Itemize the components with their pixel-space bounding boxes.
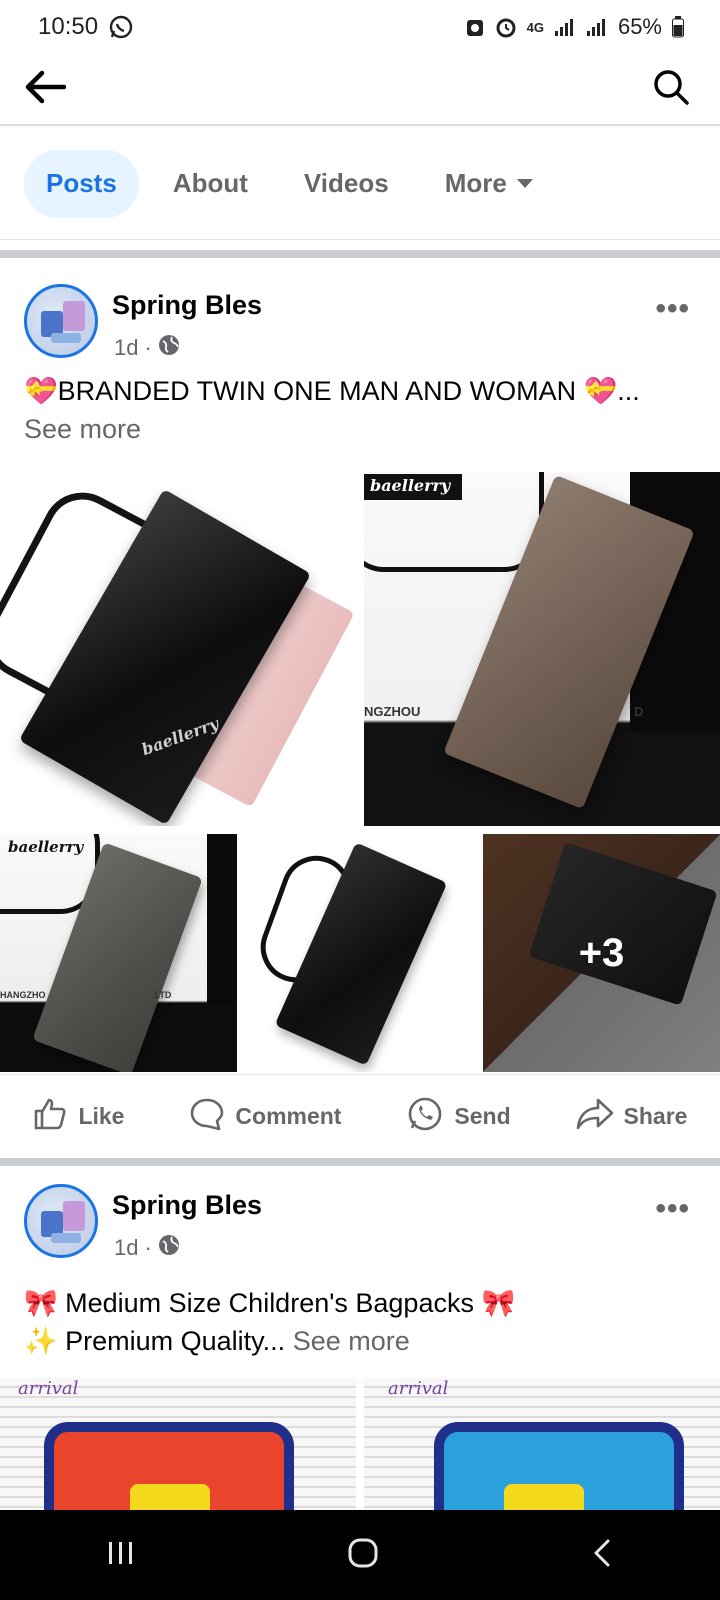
box-watermark-right: .LTD (152, 990, 172, 1000)
avatar[interactable] (24, 284, 98, 358)
post-meta: 1d · (114, 1234, 180, 1262)
post-text-line: ✨ Premium Quality... (24, 1326, 286, 1356)
post-text-line: 💝BRANDED TWIN ONE MAN AND WOMAN 💝... (24, 376, 640, 406)
post-header: Spring Bles 1d · ••• (0, 272, 720, 372)
page-tabs: Posts About Videos More (0, 128, 720, 240)
post-photo-2[interactable]: arrival (364, 1378, 720, 1510)
back-arrow-icon[interactable] (24, 69, 67, 110)
like-button[interactable]: Like (32, 1096, 124, 1138)
whatsapp-notification-icon (108, 14, 134, 40)
yellow-logo (504, 1484, 584, 1510)
meta-separator: · (144, 335, 152, 360)
send-button[interactable]: Send (406, 1095, 511, 1139)
globe-icon (158, 1234, 180, 1262)
box-watermark-left: NGZHOU (364, 704, 421, 719)
post-author[interactable]: Spring Bles (112, 1190, 262, 1221)
caret-down-icon (516, 179, 533, 188)
post-text: 💝BRANDED TWIN ONE MAN AND WOMAN 💝... See… (24, 372, 704, 448)
signal-icon (554, 17, 576, 37)
like-label: Like (78, 1103, 125, 1129)
new-arrival-sticker: arrival (388, 1378, 449, 1399)
share-label: Share (623, 1103, 688, 1129)
meta-separator: · (144, 1235, 152, 1260)
tab-more-label: More (444, 168, 507, 198)
post-photo-1[interactable]: arrival (0, 1378, 356, 1510)
more-photos-overlay[interactable]: +3 (483, 834, 720, 1072)
box-watermark-right: D (634, 704, 644, 719)
avatar[interactable] (24, 1184, 98, 1258)
tab-more[interactable]: More (423, 150, 555, 218)
comment-button[interactable]: Comment (189, 1096, 341, 1138)
network-type: 4G (526, 19, 544, 35)
post-options-icon[interactable]: ••• (655, 292, 690, 326)
recent-apps-icon[interactable] (106, 1538, 136, 1573)
tab-about-label: About (172, 168, 248, 198)
comment-label: Comment (235, 1103, 342, 1129)
battery-icon (672, 16, 684, 38)
home-icon[interactable] (347, 1537, 379, 1574)
back-icon[interactable] (590, 1537, 614, 1574)
share-arrow-icon (576, 1096, 614, 1138)
brand-mark: baellerry (8, 838, 84, 856)
post-text: 🎀 Medium Size Children's Bagpacks 🎀 ✨ Pr… (24, 1284, 704, 1360)
post-photo-4[interactable] (241, 834, 479, 1072)
yellow-logo (130, 1484, 210, 1510)
box-watermark-left: HANGZHO (0, 990, 46, 1000)
tab-posts[interactable]: Posts (24, 149, 139, 218)
post-text-line: 🎀 Medium Size Children's Bagpacks 🎀 (24, 1288, 516, 1318)
see-more-link[interactable]: See more (293, 1326, 410, 1356)
post-author[interactable]: Spring Bles (112, 290, 262, 321)
post-time[interactable]: 1d (114, 335, 138, 361)
status-bar: 10:50 4G 65% (0, 0, 720, 54)
top-nav (0, 54, 720, 126)
brand-badge-text: baellerry (370, 476, 451, 495)
post-photo-1[interactable]: baellerry (0, 472, 356, 826)
see-more-link[interactable]: See more (24, 410, 704, 448)
post-divider (0, 1158, 720, 1166)
thumbs-up-icon (32, 1096, 68, 1138)
post-photo-3[interactable]: baellerry HANGZHO .LTD (0, 834, 237, 1072)
battery-percent: 65% (617, 14, 662, 39)
section-divider (0, 250, 720, 258)
send-label: Send (454, 1103, 511, 1129)
status-time: 10:50 (38, 13, 99, 40)
brand-badge: baellerry (364, 474, 462, 500)
post-header: Spring Bles 1d · ••• (0, 1172, 720, 1272)
search-icon[interactable] (652, 68, 690, 111)
share-button[interactable]: Share (576, 1096, 688, 1138)
globe-icon (158, 334, 180, 362)
recycle-icon (465, 16, 485, 38)
tab-videos[interactable]: Videos (282, 150, 411, 218)
post-photo-5[interactable]: +3 (483, 834, 720, 1072)
post-time[interactable]: 1d (114, 1235, 138, 1261)
signal-icon-2 (586, 17, 608, 37)
post-photo-2[interactable]: NGZHOU D baellerry (364, 472, 720, 826)
comment-bubble-icon (189, 1096, 225, 1138)
tab-videos-label: Videos (303, 168, 389, 198)
alarm-icon (495, 16, 517, 38)
post-meta: 1d · (114, 334, 180, 362)
new-arrival-sticker: arrival (18, 1378, 79, 1399)
post-options-icon[interactable]: ••• (655, 1192, 690, 1226)
whatsapp-icon (406, 1095, 444, 1139)
system-navigation-bar (0, 1510, 720, 1600)
tab-posts-label: Posts (46, 168, 117, 198)
dark-backdrop (207, 834, 237, 1004)
post-actions: Like Comment Send Share (0, 1074, 720, 1158)
tab-about[interactable]: About (151, 150, 270, 218)
